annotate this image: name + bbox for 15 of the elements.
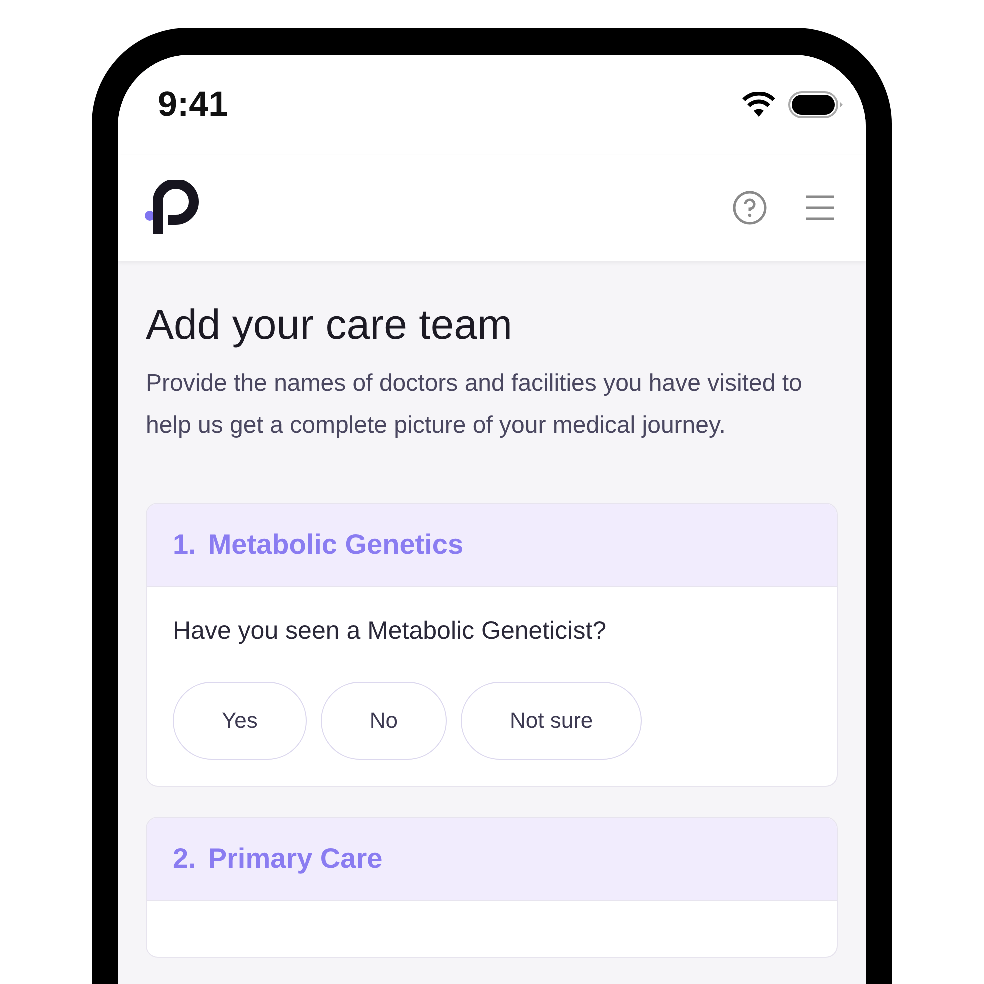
help-icon[interactable] xyxy=(732,190,768,226)
page-title: Add your care team xyxy=(146,301,514,349)
status-time: 9:41 xyxy=(158,85,228,125)
section-title: Primary Care xyxy=(208,843,383,875)
wifi-icon xyxy=(742,92,776,118)
option-button[interactable]: Not sure xyxy=(461,682,642,760)
section-number: 1. xyxy=(173,529,196,561)
question-text: Have you seen a Metabolic Geneticist? xyxy=(173,617,608,646)
page-description: Provide the names of doctors and facilities you have visited to help us get a complete picture of your medical journey. xyxy=(146,369,804,441)
menu-icon[interactable] xyxy=(804,194,836,222)
option-button[interactable]: No xyxy=(320,682,448,760)
battery-icon xyxy=(788,91,844,119)
section-title: Metabolic Genetics xyxy=(208,529,464,561)
section-number: 2. xyxy=(173,843,196,875)
option-button[interactable]: Yes xyxy=(173,682,307,760)
